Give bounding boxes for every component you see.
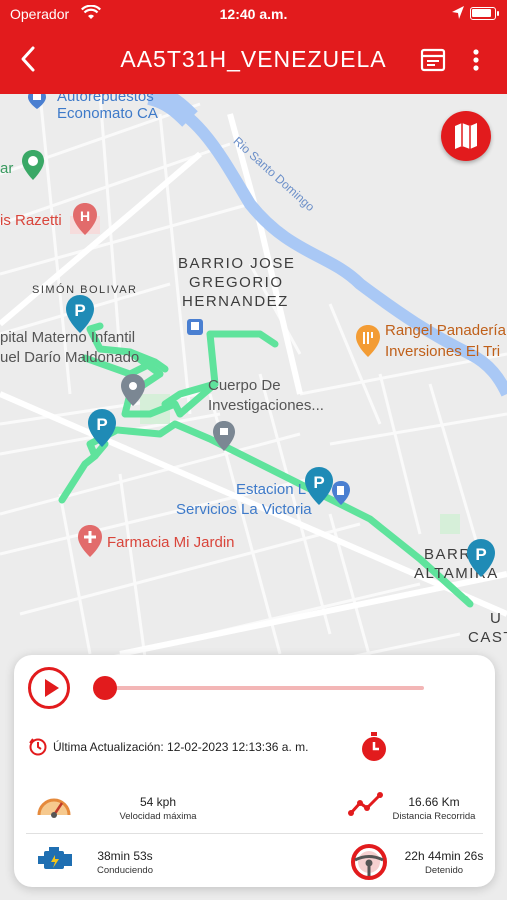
more-vertical-icon bbox=[473, 49, 479, 71]
poi-hospital-line2: uel Darío Maldonado bbox=[0, 349, 140, 366]
report-icon bbox=[420, 48, 446, 72]
stat-driving: 38min 53s Conduciendo bbox=[28, 841, 268, 897]
report-button[interactable] bbox=[420, 47, 446, 73]
play-button[interactable] bbox=[28, 667, 70, 709]
playback-slider[interactable] bbox=[106, 686, 424, 690]
svg-text:P: P bbox=[74, 301, 85, 320]
driving-label: Conduciendo bbox=[97, 865, 153, 876]
status-bar: Operador 12:40 a.m. bbox=[0, 0, 507, 28]
poi-razetti: is Razetti bbox=[0, 212, 62, 229]
poi-economato: Economato CA bbox=[57, 105, 158, 122]
location-arrow-icon bbox=[451, 5, 465, 24]
poi-rangel-line1: Rangel Panadería bbox=[385, 322, 506, 339]
bakery-pin-icon[interactable] bbox=[354, 324, 382, 358]
poi-farmacia: Farmacia Mi Jardin bbox=[107, 534, 235, 551]
more-options-button[interactable] bbox=[466, 45, 486, 75]
svg-text:P: P bbox=[313, 473, 324, 492]
stat-max-speed: 54 kph Velocidad máxima bbox=[28, 783, 268, 839]
nav-header: AA5T31H_VENEZUELA bbox=[0, 28, 507, 94]
steering-wheel-icon bbox=[351, 844, 387, 880]
stats-divider bbox=[26, 833, 483, 834]
poi-ar: ar bbox=[0, 160, 14, 177]
parking-marker-icon[interactable]: P bbox=[465, 538, 497, 578]
poi-estacion-line1: Estacion L bbox=[236, 481, 307, 498]
area-barrio-line3: HERNANDEZ bbox=[182, 293, 289, 310]
area-cast: CAST bbox=[468, 629, 507, 646]
svg-text:H: H bbox=[80, 208, 90, 224]
stopped-value: 22h 44min 26s bbox=[404, 849, 484, 863]
distance-value: 16.66 Km bbox=[408, 795, 460, 809]
poi-estacion-line2: Servicios La Victoria bbox=[176, 501, 312, 518]
map-icon bbox=[455, 123, 477, 149]
trip-summary-panel: Última Actualización: 12-02-2023 12:13:3… bbox=[14, 655, 495, 887]
last-update-row: Última Actualización: 12-02-2023 12:13:3… bbox=[28, 732, 483, 761]
last-update-text: Última Actualización: 12-02-2023 12:13:3… bbox=[53, 740, 309, 754]
battery-icon bbox=[470, 7, 499, 20]
max-speed-value: 54 kph bbox=[139, 795, 177, 809]
map-type-button[interactable] bbox=[441, 111, 491, 161]
pharmacy-pin-icon[interactable] bbox=[76, 524, 104, 558]
playback-slider-thumb[interactable] bbox=[93, 676, 117, 700]
parking-marker-icon[interactable]: P bbox=[86, 408, 118, 448]
clock: 12:40 a.m. bbox=[219, 6, 288, 22]
parking-marker-icon[interactable]: P bbox=[64, 294, 96, 334]
svg-text:P: P bbox=[475, 545, 486, 564]
speedometer-icon bbox=[37, 798, 71, 818]
stopped-label: Detenido bbox=[424, 865, 464, 876]
poi-rangel-line2: Inversiones El Tri bbox=[385, 343, 501, 360]
bus-stop-icon[interactable] bbox=[186, 318, 204, 336]
poi-cuerpo-line1: Cuerpo De bbox=[208, 377, 281, 394]
app-header-bar: Operador 12:40 a.m. AA5T31H_VENEZUELA bbox=[0, 0, 507, 94]
clock-alert-icon bbox=[29, 738, 47, 756]
svg-text:P: P bbox=[96, 415, 107, 434]
max-speed-label: Velocidad máxima bbox=[119, 811, 197, 822]
engine-icon bbox=[38, 847, 72, 869]
stat-stopped: 22h 44min 26s Detenido bbox=[254, 841, 494, 897]
distance-label: Distancia Recorrida bbox=[392, 811, 476, 822]
stopwatch-icon[interactable] bbox=[359, 731, 389, 763]
driving-value: 38min 53s bbox=[97, 849, 153, 863]
poi-cuerpo-line2: Investigaciones... bbox=[208, 397, 324, 414]
stat-distance: 16.66 Km Distancia Recorrida bbox=[254, 783, 494, 839]
area-u: U bbox=[490, 610, 503, 627]
location-pin-icon[interactable] bbox=[119, 373, 147, 407]
parking-marker-icon[interactable]: P bbox=[303, 466, 335, 506]
police-pin-icon[interactable] bbox=[211, 420, 237, 452]
area-barrio-line1: BARRIO JOSE bbox=[178, 255, 296, 272]
area-barrio-line2: GREGORIO bbox=[189, 274, 284, 291]
hospital-pin-icon[interactable]: H bbox=[71, 202, 99, 236]
car-parts-pin-icon[interactable] bbox=[26, 94, 48, 110]
park-pin-icon[interactable] bbox=[20, 149, 46, 181]
